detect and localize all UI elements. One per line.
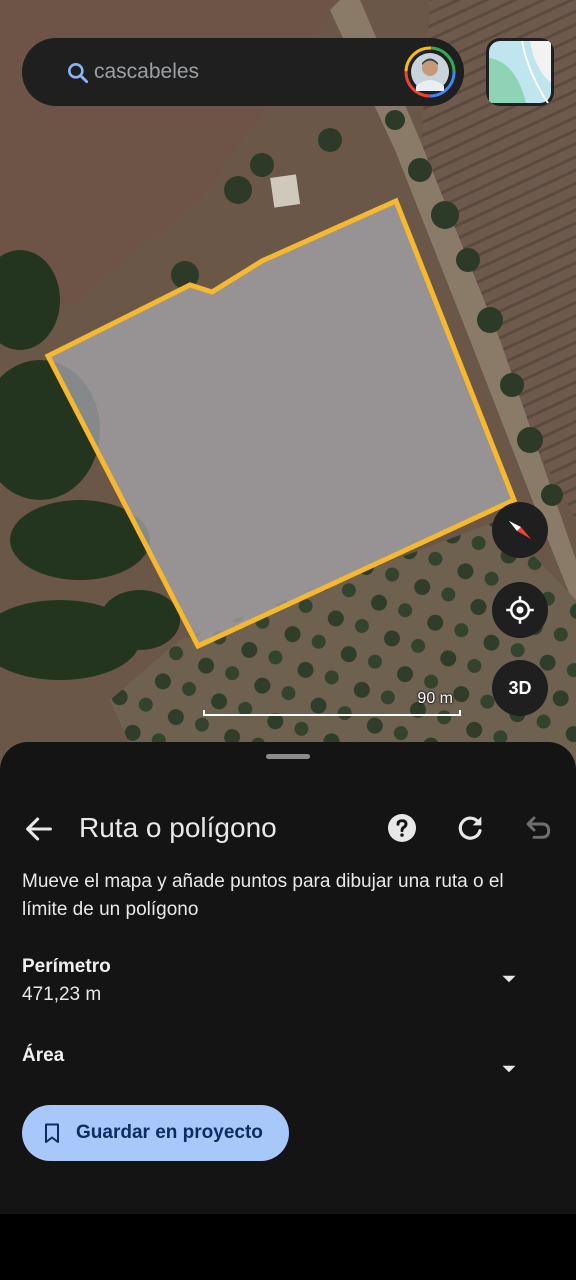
help-icon bbox=[388, 814, 416, 842]
system-navigation-bar bbox=[0, 1214, 576, 1280]
caret-down-icon bbox=[502, 975, 516, 983]
view-3d-button[interactable]: 3D bbox=[492, 660, 548, 716]
search-input[interactable] bbox=[94, 58, 374, 86]
sheet-title: Ruta o polígono bbox=[79, 812, 277, 843]
area-dropdown-button[interactable] bbox=[496, 1056, 522, 1082]
map-scale: 90 m bbox=[203, 688, 463, 720]
perimeter-dropdown-button[interactable] bbox=[496, 966, 522, 992]
undo-button[interactable] bbox=[522, 812, 554, 844]
compass-icon bbox=[509, 521, 531, 539]
help-button[interactable] bbox=[386, 812, 418, 844]
my-location-icon bbox=[506, 596, 534, 624]
back-button[interactable] bbox=[22, 812, 56, 846]
refresh-icon bbox=[458, 816, 482, 840]
save-to-project-button[interactable]: Guardar en proyecto bbox=[22, 1105, 289, 1161]
search-bar[interactable] bbox=[22, 38, 464, 106]
scale-bar bbox=[203, 710, 461, 716]
arrow-back-icon bbox=[26, 817, 52, 841]
perimeter-label: Perímetro bbox=[22, 956, 111, 977]
undo-icon bbox=[526, 816, 551, 839]
satellite-map[interactable] bbox=[0, 0, 576, 790]
refresh-button[interactable] bbox=[454, 812, 486, 844]
my-location-button[interactable] bbox=[492, 582, 548, 638]
instructions-text: Mueve el mapa y añade puntos para dibuja… bbox=[22, 871, 504, 920]
search-icon bbox=[65, 60, 91, 86]
perimeter-value: 471,23 m bbox=[22, 984, 102, 1005]
avatar[interactable] bbox=[404, 46, 456, 98]
drag-handle[interactable] bbox=[266, 754, 310, 759]
scale-label: 90 m bbox=[417, 690, 453, 707]
area-label: Área bbox=[22, 1045, 65, 1066]
caret-down-icon bbox=[502, 1065, 516, 1073]
bookmark-icon bbox=[45, 1123, 59, 1143]
area-value-clip bbox=[22, 1072, 222, 1080]
bottom-sheet: Ruta o polígono Mueve el mapa y añade pu… bbox=[0, 742, 576, 1214]
map-imagery[interactable] bbox=[0, 0, 576, 790]
compass-button[interactable] bbox=[492, 502, 548, 558]
map-layers-icon bbox=[489, 40, 551, 104]
map-layers-button[interactable] bbox=[486, 38, 554, 106]
save-to-project-label: Guardar en proyecto bbox=[76, 1122, 263, 1143]
